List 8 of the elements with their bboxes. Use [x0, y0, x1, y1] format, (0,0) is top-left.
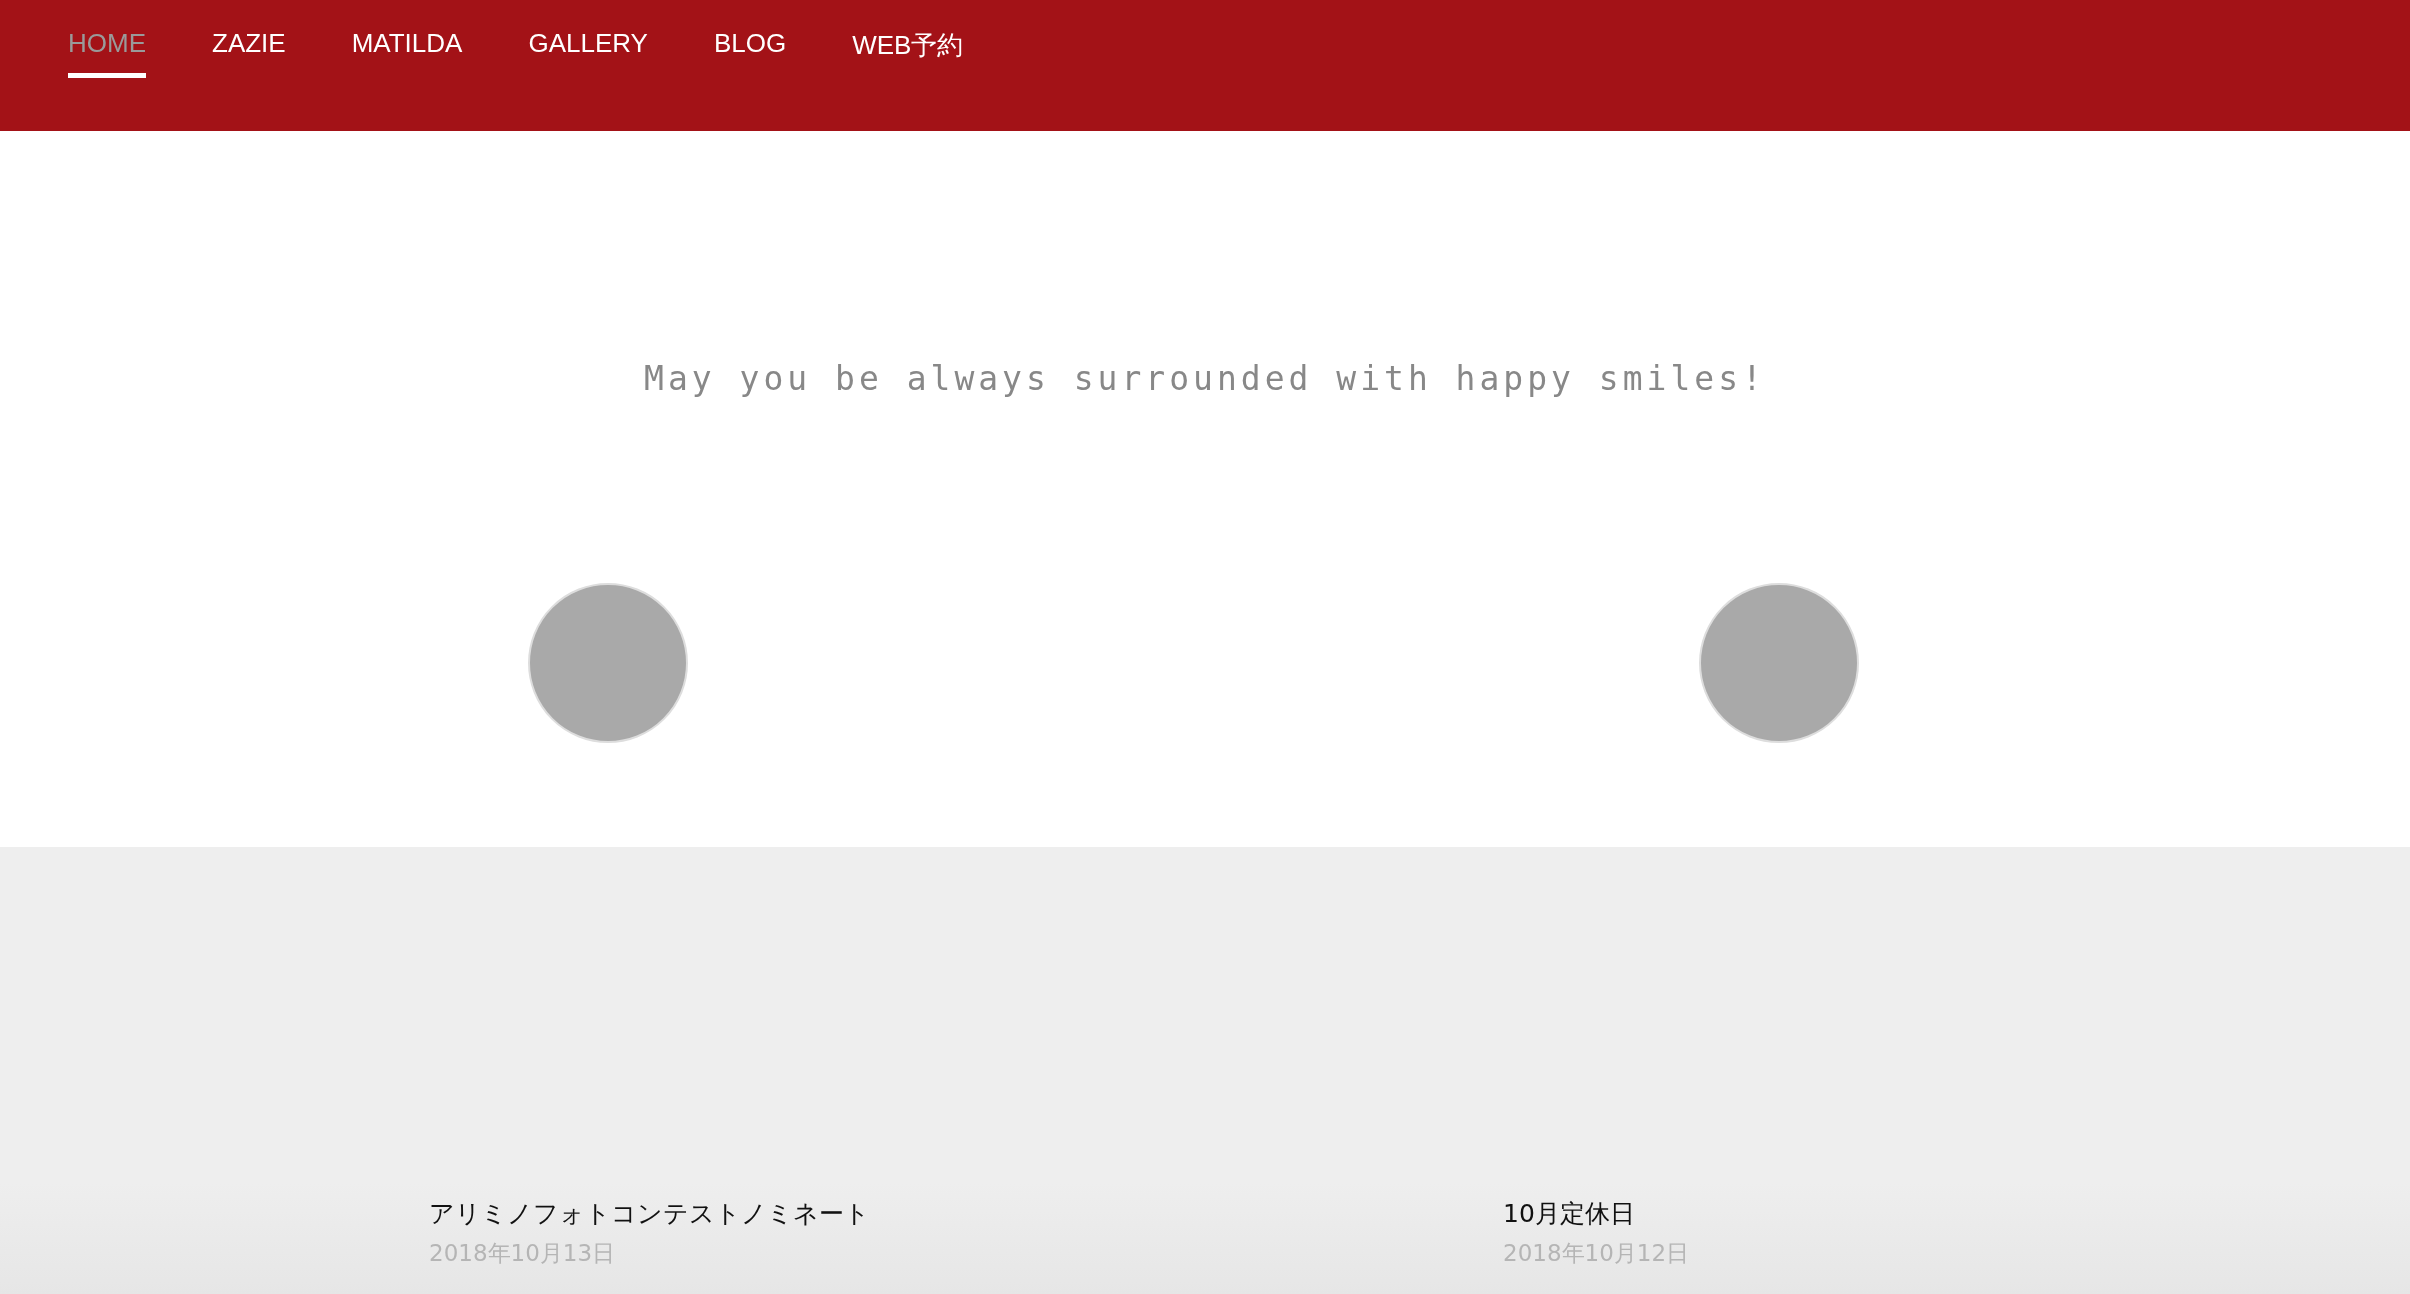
nav-link[interactable]: MATILDA: [351, 28, 463, 78]
nav-link[interactable]: WEB予約: [852, 28, 964, 78]
post-title[interactable]: 10月定休日: [1503, 1197, 2410, 1230]
nav-link[interactable]: ZAZIE: [212, 28, 286, 78]
post-title[interactable]: アリミノフォトコンテストノミネート: [429, 1197, 1503, 1230]
nav-link[interactable]: GALLERY: [528, 28, 648, 78]
tagline: May you be always surrounded with happy smiles!: [643, 359, 1767, 398]
nav-link[interactable]: BLOG: [713, 28, 787, 78]
